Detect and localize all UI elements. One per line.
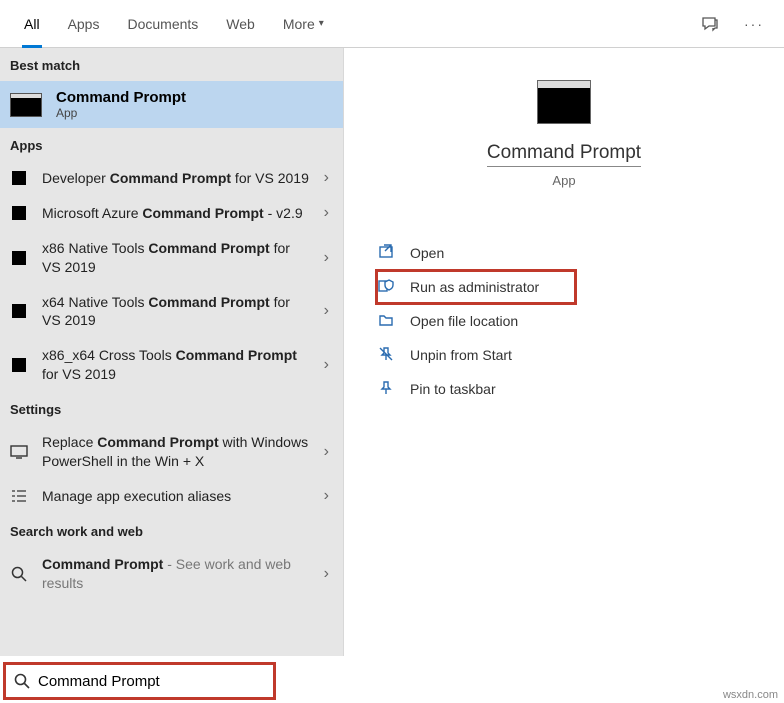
search-filter-tabs: All Apps Documents Web More▾ ··· — [0, 0, 784, 48]
app-result[interactable]: x86_x64 Cross Tools Command Prompt for V… — [0, 338, 343, 392]
tab-documents[interactable]: Documents — [113, 0, 212, 48]
action-open[interactable]: Open — [376, 236, 784, 270]
chevron-right-icon[interactable]: › — [324, 565, 333, 583]
best-match-type: App — [56, 106, 186, 120]
tab-web[interactable]: Web — [212, 0, 269, 48]
best-match-title: Command Prompt — [56, 89, 186, 106]
terminal-icon — [10, 93, 42, 117]
settings-result[interactable]: Manage app execution aliases › — [0, 479, 343, 514]
app-result[interactable]: x64 Native Tools Command Prompt for VS 2… — [0, 285, 343, 339]
terminal-icon — [12, 304, 26, 318]
best-match-item[interactable]: Command Prompt App — [0, 81, 343, 128]
terminal-icon — [12, 206, 26, 220]
web-result[interactable]: Command Prompt - See work and web result… — [0, 547, 343, 601]
search-icon — [14, 673, 30, 689]
section-apps: Apps — [0, 128, 343, 161]
settings-result[interactable]: Replace Command Prompt with Windows Powe… — [0, 425, 343, 479]
app-result[interactable]: x86 Native Tools Command Prompt for VS 2… — [0, 231, 343, 285]
preview-title[interactable]: Command Prompt — [487, 142, 641, 167]
folder-icon — [376, 312, 396, 331]
unpin-icon — [376, 346, 396, 365]
more-options-icon[interactable]: ··· — [744, 16, 764, 32]
tab-all[interactable]: All — [10, 0, 54, 48]
chevron-right-icon[interactable]: › — [324, 302, 333, 320]
chevron-right-icon[interactable]: › — [324, 169, 333, 187]
results-pane: Best match Command Prompt App Apps Devel… — [0, 48, 344, 656]
chevron-down-icon: ▾ — [319, 18, 324, 29]
preview-pane: Command Prompt App Open Run as administr… — [344, 48, 784, 656]
search-box[interactable] — [3, 662, 276, 700]
chevron-right-icon[interactable]: › — [324, 487, 333, 505]
action-pin-to-taskbar[interactable]: Pin to taskbar — [376, 372, 784, 406]
preview-type: App — [552, 173, 575, 188]
chevron-right-icon[interactable]: › — [324, 249, 333, 267]
search-input[interactable] — [38, 673, 265, 690]
tab-more[interactable]: More▾ — [269, 0, 338, 48]
open-icon — [376, 244, 396, 263]
monitor-icon — [10, 445, 28, 459]
terminal-icon — [12, 251, 26, 265]
pin-icon — [376, 380, 396, 399]
terminal-icon — [537, 80, 591, 124]
feedback-icon[interactable] — [700, 14, 720, 34]
terminal-icon — [12, 171, 26, 185]
action-open-file-location[interactable]: Open file location — [376, 304, 784, 338]
chevron-right-icon[interactable]: › — [324, 443, 333, 461]
watermark: wsxdn.com — [723, 689, 778, 701]
action-unpin-from-start[interactable]: Unpin from Start — [376, 338, 784, 372]
section-best-match: Best match — [0, 48, 343, 81]
section-search-web: Search work and web — [0, 514, 343, 547]
aliases-icon — [10, 489, 28, 503]
terminal-icon — [12, 358, 26, 372]
chevron-right-icon[interactable]: › — [324, 356, 333, 374]
section-settings: Settings — [0, 392, 343, 425]
shield-icon — [376, 278, 396, 297]
tab-apps[interactable]: Apps — [54, 0, 114, 48]
app-result[interactable]: Microsoft Azure Command Prompt - v2.9 › — [0, 196, 343, 231]
app-result[interactable]: Developer Command Prompt for VS 2019 › — [0, 161, 343, 196]
action-run-as-administrator[interactable]: Run as administrator — [376, 270, 576, 304]
chevron-right-icon[interactable]: › — [324, 204, 333, 222]
search-icon — [10, 566, 28, 582]
